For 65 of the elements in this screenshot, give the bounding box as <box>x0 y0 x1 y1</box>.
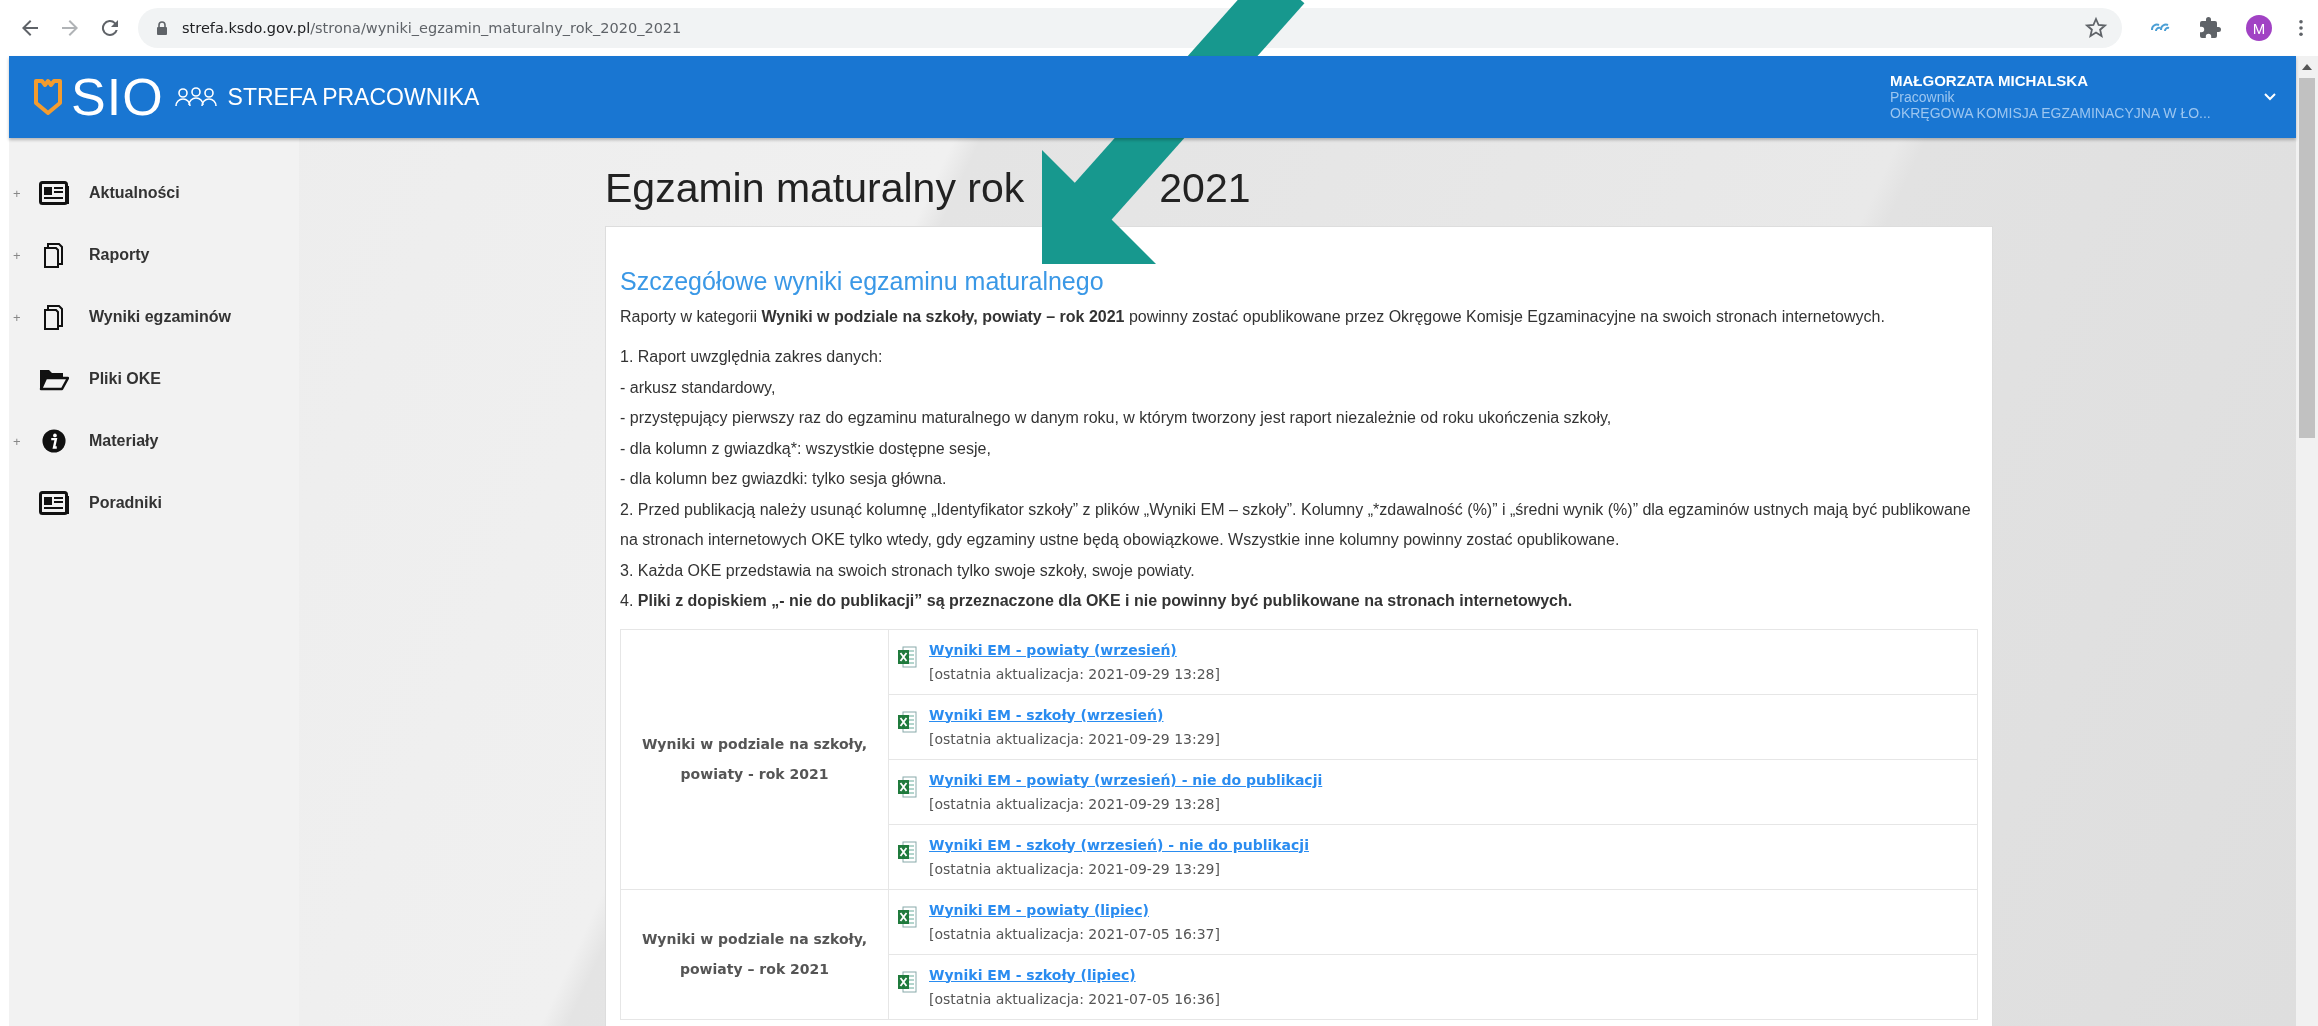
folder-icon <box>39 367 69 391</box>
expand-toggle[interactable]: + <box>13 247 21 263</box>
sidebar-item[interactable]: + Aktualności <box>9 162 299 224</box>
lock-icon <box>156 21 168 35</box>
section-title: STREFA PRACOWNIKA <box>227 83 480 111</box>
document-icon <box>43 242 63 268</box>
spreadsheet-icon <box>897 840 917 863</box>
page-title: Egzamin maturalny rok <box>605 164 1025 212</box>
update-date: [ostatnia aktualizacja: 2021-09-29 13:29] <box>929 730 1220 747</box>
scroll-thumb[interactable] <box>2299 78 2315 438</box>
puzzle-icon[interactable] <box>2198 16 2222 40</box>
newspaper-icon <box>39 181 69 205</box>
file-link[interactable]: Wyniki EM - powiaty (wrzesień) - nie do publikacji <box>929 771 1323 788</box>
sidebar-item[interactable]: Poradniki <box>9 472 299 534</box>
scroll-up-icon[interactable] <box>2302 64 2312 70</box>
sidebar-item[interactable]: + Materiały <box>9 410 299 472</box>
newspaper-icon <box>39 491 69 515</box>
url-text: strefa.ksdo.gov.pl/strona/wyniki_egzamin_maturalny_rok_2020_2021 <box>182 20 683 36</box>
note-text: 3. Każda OKE przedstawia na swoich stronach tylko swoje szkoły, swoje powiaty. <box>620 560 1196 581</box>
logo-text: SIO <box>71 67 164 127</box>
more-icon[interactable] <box>2298 19 2304 37</box>
sidebar-item[interactable]: Pliki OKE <box>9 348 299 410</box>
update-date: [ostatnia aktualizacja: 2021-07-05 16:37] <box>929 925 1220 942</box>
file-link[interactable]: Wyniki EM - powiaty (wrzesień) <box>929 641 1177 658</box>
update-date: [ostatnia aktualizacja: 2021-09-29 13:29] <box>929 860 1221 877</box>
spreadsheet-icon <box>897 905 917 928</box>
file-link[interactable]: Wyniki EM - szkoły (lipiec) <box>929 966 1136 983</box>
section-heading: Szczegółowe wyniki egzaminu maturalnego <box>620 267 1105 296</box>
update-date: [ostatnia aktualizacja: 2021-09-29 13:28] <box>929 665 1220 682</box>
file-link[interactable]: Wyniki EM - powiaty (lipiec) <box>929 901 1149 918</box>
user-organization: OKRĘGOWA KOMISJA EGZAMINACYJNA W ŁO... <box>1890 105 2212 121</box>
update-date: [ostatnia aktualizacja: 2021-09-29 13:28] <box>929 795 1221 812</box>
spreadsheet-icon <box>897 775 917 798</box>
file-link[interactable]: Wyniki EM - szkoły (wrzesień) <box>929 706 1164 723</box>
address-bar[interactable]: strefa.ksdo.gov.pl/strona/wyniki_egzamin_maturalny_rok_2020_2021 <box>138 8 2122 48</box>
note-text: 1. Raport uwzględnia zakres danych: <box>620 347 884 367</box>
note-text: - dla kolumn z gwiazdką*: wszystkie dostępne sesje, <box>620 438 992 459</box>
note-text: - dla kolumn bez gwiazdki: tylko sesja główna. <box>620 469 948 489</box>
note-text: 4. Pliki z dopiskiem „- nie do publikacji” są przeznaczone dla OKE i nie powinny być publikowane na stronach internetowych. <box>620 591 1574 611</box>
intro-paragraph: Raporty w kategorii Wyniki w podziale na szkoły, powiaty – rok 2021 powinny zostać opublikowane przez Okręgowe Komisje Egzaminacyjne na swoich stronach internetowych. <box>620 308 1886 326</box>
expand-toggle[interactable]: + <box>13 433 21 449</box>
document-icon <box>43 304 63 330</box>
page-title: 2021 <box>1159 164 1251 212</box>
group-label: Wyniki w podziale na szkoły, powiaty – rok 2021 <box>641 931 868 977</box>
logo-icon <box>33 77 63 117</box>
file-link[interactable]: Wyniki EM - szkoły (wrzesień) - nie do publikacji <box>929 836 1309 853</box>
spreadsheet-icon <box>897 970 917 993</box>
note-text: - przystępujący pierwszy raz do egzaminu maturalnego w danym roku, w którym tworzony jest raport niezależnie od roku ukończenia szkoły, <box>620 408 1613 428</box>
note-text: 2. Przed publikacją należy usunąć kolumnę „Identyfikator szkoły” z plików „Wyniki EM – szkoły”. Kolumny „*zdawalność (%)” i „średni wynik (%)” dla egzaminów ustnych mają być publikowane na stronach internetowych OKE tylko wtedy, gdy egzaminy ustne będą obowiązkowe. Wszystkie inne kolumny powinny zostać opublikowane. <box>620 499 1972 550</box>
scrollbar[interactable] <box>2296 56 2318 1026</box>
star-icon[interactable] <box>2084 16 2108 40</box>
expand-toggle[interactable]: + <box>13 185 21 201</box>
profile-avatar[interactable]: M <box>2246 15 2272 41</box>
spreadsheet-icon <box>897 710 917 733</box>
note-text: - arkusz standardowy, <box>620 377 777 398</box>
expand-toggle[interactable]: + <box>13 309 21 325</box>
sidebar-item[interactable]: + Wyniki egzaminów <box>9 286 299 348</box>
update-date: [ostatnia aktualizacja: 2021-07-05 16:36] <box>929 990 1220 1007</box>
group-label: Wyniki w podziale na szkoły, powiaty - rok 2021 <box>641 736 868 782</box>
people-icon <box>173 86 218 108</box>
chevron-icon[interactable] <box>2264 93 2276 101</box>
user-name: MAŁGORZATA MICHALSKA <box>1890 73 2090 89</box>
spreadsheet-icon <box>897 645 917 668</box>
user-role: Pracownik <box>1890 89 1956 105</box>
sidebar-item[interactable]: + Raporty <box>9 224 299 286</box>
